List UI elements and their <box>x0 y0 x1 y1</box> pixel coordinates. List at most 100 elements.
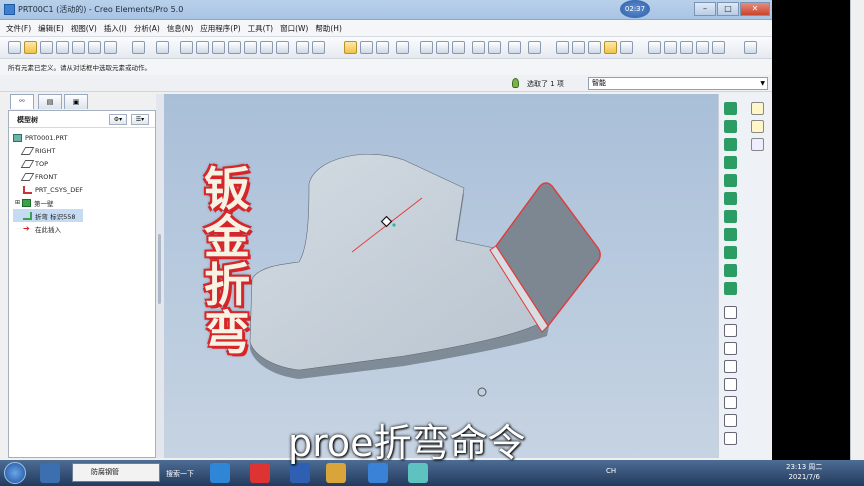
unbend-icon[interactable] <box>724 210 737 223</box>
extruded-wall-icon[interactable] <box>724 156 737 169</box>
layer-tree-tab-icon[interactable]: ▤ <box>38 94 62 109</box>
system-clock[interactable]: 23:13 周二 2021/7/6 <box>786 462 822 482</box>
layers-icon[interactable] <box>508 41 521 54</box>
cut-icon[interactable] <box>180 41 193 54</box>
menu-edit[interactable]: 编辑(E) <box>38 23 64 34</box>
taskbar-search-box[interactable]: 防腐钢管 <box>72 463 160 482</box>
search-button[interactable]: 搜索一下 <box>166 469 194 479</box>
paste-icon[interactable] <box>104 41 117 54</box>
menu-info[interactable]: 信息(N) <box>167 23 193 34</box>
undo-icon[interactable] <box>132 41 145 54</box>
tree-item[interactable]: FRONT <box>13 170 83 183</box>
menu-window[interactable]: 窗口(W) <box>280 23 308 34</box>
regenerate-icon[interactable] <box>228 41 241 54</box>
tree-settings-icon[interactable]: ⚙▾ <box>109 114 127 125</box>
datum-planes-icon[interactable] <box>648 41 661 54</box>
orient-icon[interactable] <box>376 41 389 54</box>
datum-points-icon[interactable] <box>680 41 693 54</box>
curve-datum-icon[interactable] <box>724 360 737 373</box>
annotation-display-icon[interactable] <box>712 41 725 54</box>
spin-center-icon[interactable] <box>360 41 373 54</box>
datum-plane-tool-icon[interactable] <box>751 102 764 115</box>
close-window-icon[interactable] <box>296 41 309 54</box>
window-icon[interactable] <box>276 41 289 54</box>
menu-view[interactable]: 视图(V) <box>71 23 97 34</box>
close-button[interactable]: ✕ <box>740 2 770 16</box>
minimize-button[interactable]: – <box>694 2 716 16</box>
menu-insert[interactable]: 插入(I) <box>104 23 127 34</box>
menu-help[interactable]: 帮助(H) <box>315 23 342 34</box>
corner-relief-icon[interactable] <box>724 246 737 259</box>
open-file-icon[interactable] <box>24 41 37 54</box>
tree-item[interactable]: PRT0001.PRT <box>13 131 83 144</box>
refit-icon[interactable] <box>452 41 465 54</box>
menu-analysis[interactable]: 分析(A) <box>134 23 160 34</box>
model-tree-tab-icon[interactable]: ᵒᵒ <box>10 94 34 109</box>
ie-icon[interactable] <box>210 463 230 483</box>
axis-datum-icon[interactable] <box>724 342 737 355</box>
send-mail-icon[interactable] <box>72 41 85 54</box>
menu-file[interactable]: 文件(F) <box>6 23 31 34</box>
sketch-tool-icon[interactable] <box>751 138 764 151</box>
new-file-icon[interactable] <box>8 41 21 54</box>
datum-axis-tool-icon[interactable] <box>751 120 764 133</box>
maximize-button[interactable]: □ <box>717 2 739 16</box>
select-box-icon[interactable] <box>260 41 273 54</box>
redo-icon[interactable] <box>156 41 169 54</box>
analysis-datum-icon[interactable] <box>724 414 737 427</box>
wireframe-icon[interactable] <box>556 41 569 54</box>
tree-item[interactable]: PRT_CSYS_DEF <box>13 183 83 196</box>
folder-browser-tab-icon[interactable]: ▣ <box>64 94 88 109</box>
reorient-icon[interactable] <box>472 41 485 54</box>
tree-item[interactable]: ⊞ 第一壁 <box>13 196 83 209</box>
tree-item[interactable]: ➔ 在此插入 <box>13 222 83 235</box>
enhanced-realism-icon[interactable] <box>620 41 633 54</box>
view-manager-icon[interactable] <box>528 41 541 54</box>
no-hidden-icon[interactable] <box>588 41 601 54</box>
splitter-grip[interactable] <box>158 234 161 304</box>
print-icon[interactable] <box>56 41 69 54</box>
sketch-plane-icon[interactable] <box>724 324 737 337</box>
flat-pattern-icon[interactable] <box>724 282 737 295</box>
zoom-out-icon[interactable] <box>436 41 449 54</box>
save-icon[interactable] <box>40 41 53 54</box>
shading-icon[interactable] <box>396 41 409 54</box>
find-icon[interactable] <box>244 41 257 54</box>
tray-lang[interactable]: CH <box>606 467 616 475</box>
bend-tool-icon[interactable] <box>724 174 737 187</box>
selection-filter-dropdown[interactable]: 智能 ▼ <box>588 77 768 90</box>
form-icon[interactable] <box>724 264 737 277</box>
hidden-line-icon[interactable] <box>572 41 585 54</box>
repaint-icon[interactable] <box>344 41 357 54</box>
datum-axes-icon[interactable] <box>664 41 677 54</box>
app-red-icon[interactable] <box>250 463 270 483</box>
panel-splitter[interactable] <box>156 94 164 458</box>
flange-wall-icon[interactable] <box>724 138 737 151</box>
copy-feature-icon[interactable] <box>196 41 209 54</box>
csys-display-icon[interactable] <box>696 41 709 54</box>
saved-views-icon[interactable] <box>488 41 501 54</box>
expand-icon[interactable]: ⊞ <box>15 199 20 206</box>
menu-applications[interactable]: 应用程序(P) <box>200 23 240 34</box>
zoom-in-icon[interactable] <box>420 41 433 54</box>
tree-item-selected[interactable]: 折弯 标识558 <box>13 209 84 222</box>
csys-datum-icon[interactable] <box>724 396 737 409</box>
bend-back-icon[interactable] <box>724 228 737 241</box>
context-help-icon[interactable] <box>744 41 757 54</box>
right-scroll-strip[interactable] <box>850 0 864 460</box>
edge-bend-icon[interactable] <box>724 192 737 205</box>
sketch-datum-icon[interactable] <box>724 432 737 445</box>
tree-item[interactable]: TOP <box>13 157 83 170</box>
menu-tools[interactable]: 工具(T) <box>248 23 273 34</box>
tree-columns-icon[interactable]: ☰▾ <box>131 114 149 125</box>
flat-wall-icon[interactable] <box>724 120 737 133</box>
wall-tool-icon[interactable] <box>724 102 737 115</box>
copy-icon[interactable] <box>88 41 101 54</box>
tree-item[interactable]: RIGHT <box>13 144 83 157</box>
start-button[interactable] <box>4 462 26 484</box>
explorer-icon[interactable] <box>40 463 60 483</box>
point-datum-icon[interactable] <box>724 378 737 391</box>
shaded-icon[interactable] <box>604 41 617 54</box>
plane-datum-icon[interactable] <box>724 306 737 319</box>
scale-icon[interactable] <box>312 41 325 54</box>
